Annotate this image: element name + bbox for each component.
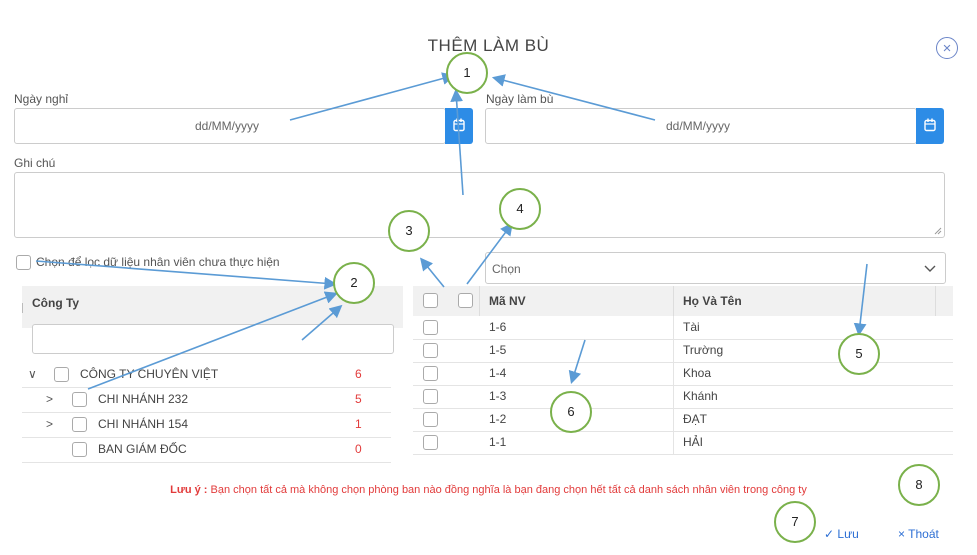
column-divider [673,385,674,408]
tree-node-label: BAN GIÁM ĐỐC [98,442,187,456]
save-label: Lưu [837,527,859,541]
tree-node-count: 5 [355,392,362,406]
row-name: Tài [683,320,700,334]
annotation-marker-6: 6 [550,391,592,433]
annotation-marker-2: 2 [333,262,375,304]
tree-checkbox[interactable] [72,392,87,407]
column-divider [935,286,936,316]
table-row[interactable]: 1-3 Khánh [413,385,953,409]
tree-checkbox[interactable] [54,367,69,382]
tree-node-count: 0 [355,442,362,456]
row-checkbox[interactable] [423,435,438,450]
tree-node-count: 1 [355,417,362,431]
dialog-title: THÊM LÀM BÙ [427,36,550,55]
tree-node-company[interactable]: ∨ CÔNG TY CHUYÊN VIỆT 6 [22,362,391,388]
tree-node-board[interactable]: BAN GIÁM ĐỐC 0 [22,437,391,463]
row-checkbox[interactable] [423,366,438,381]
column-header-code[interactable]: Mã NV [489,294,526,308]
calendar-icon [924,118,936,132]
annotation-marker-7: 7 [774,501,816,543]
makeup-date-input[interactable]: dd/MM/yyyy [485,108,917,144]
exit-button[interactable]: × Thoát [898,527,939,541]
column-divider [479,286,480,316]
close-icon[interactable]: × [936,37,958,59]
tree-checkbox[interactable] [72,417,87,432]
chevron-right-icon[interactable]: > [46,417,53,431]
row-code: 1-6 [489,320,507,334]
row-checkbox[interactable] [423,320,438,335]
annotation-marker-1: 1 [446,52,488,94]
annotation-marker-4: 4 [499,188,541,230]
tree-node-label: CHI NHÁNH 232 [98,392,189,406]
warning-note: Lưu ý : Bạn chọn tất cả mà không chọn ph… [0,484,977,496]
row-name: Khoa [683,366,712,380]
company-search-input[interactable] [32,324,394,354]
row-name: HẢI [683,435,704,449]
annotation-arrow [419,257,445,288]
exit-label: Thoát [908,527,939,541]
leave-date-calendar-button[interactable] [445,108,473,144]
row-checkbox[interactable] [423,343,438,358]
table-row[interactable]: 1-1 HẢI [413,431,953,455]
row-code: 1-3 [489,389,507,403]
makeup-date-placeholder: dd/MM/yyyy [666,119,731,133]
row-code: 1-5 [489,343,507,357]
row-code: 1-1 [489,435,507,449]
note-label: Ghi chú [14,156,56,170]
chevron-down-icon[interactable] [924,265,936,273]
makeup-date-label: Ngày làm bù [486,92,554,106]
annotation-marker-8: 8 [898,464,940,506]
column-divider [673,408,674,431]
column-divider [22,303,23,313]
select-all-checkbox[interactable] [423,293,438,308]
warning-text: Bạn chọn tất cả mà không chọn phòng ban … [207,484,807,496]
annotation-marker-3: 3 [388,210,430,252]
leave-date-input[interactable]: dd/MM/yyyy [14,108,446,144]
tree-node-label: CHI NHÁNH 154 [98,417,189,431]
employee-select[interactable]: Chọn [485,252,946,284]
column-divider [673,316,674,339]
filter-label: Chọn để lọc dữ liệu nhân viên chưa thực … [36,255,280,269]
warning-prefix: Lưu ý : [170,484,208,496]
tree-checkbox[interactable] [72,442,87,457]
table-row[interactable]: 1-2 ĐẠT [413,408,953,432]
note-textarea[interactable] [14,172,945,238]
employee-grid-header: Mã NV Họ Và Tên [413,286,953,316]
tree-node-branch-154[interactable]: > CHI NHÁNH 154 1 [22,412,391,438]
chevron-down-icon[interactable]: ∨ [28,367,37,381]
row-code: 1-4 [489,366,507,380]
makeup-date-calendar-button[interactable] [916,108,944,144]
row-checkbox[interactable] [423,389,438,404]
calendar-icon [453,118,465,132]
tree-node-count: 6 [355,367,362,381]
filter-checkbox[interactable] [16,255,31,270]
check-icon: ✓ [824,527,835,541]
save-button[interactable]: ✓ Lưu [824,527,859,541]
resize-handle-icon[interactable] [934,227,942,235]
row-name: ĐẠT [683,412,707,426]
row-name: Khánh [683,389,718,403]
column-divider [673,339,674,362]
column-divider [673,362,674,385]
row-checkbox[interactable] [423,412,438,427]
tree-node-label: CÔNG TY CHUYÊN VIỆT [80,367,219,381]
row-name: Trường [683,343,724,357]
column-header-name[interactable]: Họ Và Tên [683,294,742,308]
leave-date-label: Ngày nghỉ [14,92,69,106]
select-page-checkbox[interactable] [458,293,473,308]
close-icon: × [898,527,906,541]
annotation-marker-5: 5 [838,333,880,375]
table-row[interactable]: 1-6 Tài [413,316,953,340]
row-code: 1-2 [489,412,507,426]
column-divider [673,431,674,454]
employee-select-placeholder: Chọn [492,262,521,276]
chevron-right-icon[interactable]: > [46,392,53,406]
leave-date-placeholder: dd/MM/yyyy [195,119,260,133]
tree-node-branch-232[interactable]: > CHI NHÁNH 232 5 [22,387,391,413]
column-divider [673,286,674,316]
